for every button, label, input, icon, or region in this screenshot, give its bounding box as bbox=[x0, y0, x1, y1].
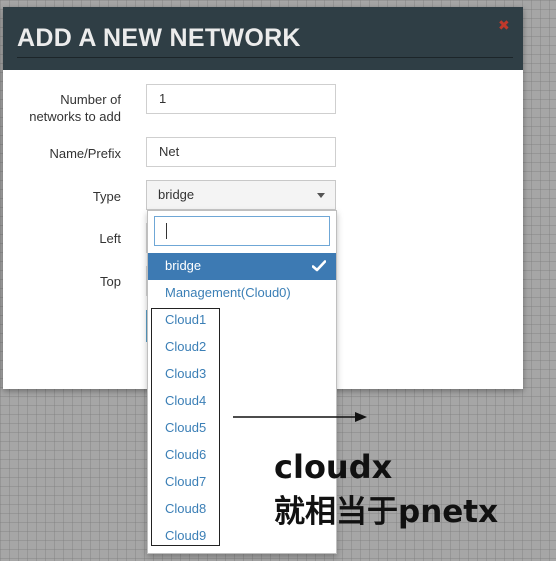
left-label: Left bbox=[99, 231, 121, 246]
dropdown-option[interactable]: Cloud1 bbox=[148, 307, 336, 334]
dropdown-option[interactable]: bridge bbox=[148, 253, 336, 280]
dropdown-option-label: Cloud4 bbox=[165, 393, 207, 408]
dropdown-option-label: Cloud3 bbox=[165, 366, 207, 381]
close-icon[interactable]: ✖ bbox=[498, 19, 510, 33]
dialog-header: ADD A NEW NETWORK ✖ bbox=[3, 7, 523, 70]
dialog-title: ADD A NEW NETWORK bbox=[17, 24, 301, 52]
dropdown-option-label: Cloud6 bbox=[165, 447, 207, 462]
dropdown-option-label: bridge bbox=[165, 258, 202, 273]
dropdown-option[interactable]: Cloud3 bbox=[148, 361, 336, 388]
title-divider bbox=[17, 57, 513, 58]
checkmark-icon bbox=[312, 260, 326, 272]
dropdown-option-label: Cloud7 bbox=[165, 474, 207, 489]
annotation-line-2: 就相当于pnetx bbox=[274, 494, 499, 530]
number-of-networks-label: Number of networks to add bbox=[29, 92, 121, 124]
name-prefix-input[interactable]: Net bbox=[146, 137, 336, 167]
dropdown-option[interactable]: Cloud2 bbox=[148, 334, 336, 361]
dropdown-option-label: Cloud1 bbox=[165, 312, 207, 327]
number-of-networks-input[interactable]: 1 bbox=[146, 84, 336, 114]
type-select-value: bridge bbox=[158, 187, 195, 202]
arrow-right-icon bbox=[233, 412, 367, 422]
annotation-line-1: cloudx bbox=[274, 448, 393, 486]
type-label: Type bbox=[92, 189, 121, 204]
name-prefix-label: Name/Prefix bbox=[49, 146, 121, 161]
dropdown-option-label: Cloud5 bbox=[165, 420, 207, 435]
dropdown-option-label: Cloud2 bbox=[165, 339, 207, 354]
dropdown-option-label: Cloud8 bbox=[165, 501, 207, 516]
top-label: Top bbox=[100, 274, 121, 289]
dropdown-search-input[interactable] bbox=[154, 216, 330, 246]
caret-down-icon bbox=[317, 193, 325, 198]
dropdown-option-label: Cloud9 bbox=[165, 528, 207, 543]
dropdown-option[interactable]: Management(Cloud0) bbox=[148, 280, 336, 307]
type-select[interactable]: bridge bbox=[146, 180, 336, 210]
text-cursor bbox=[166, 223, 167, 239]
dropdown-option-label: Management(Cloud0) bbox=[165, 285, 291, 300]
